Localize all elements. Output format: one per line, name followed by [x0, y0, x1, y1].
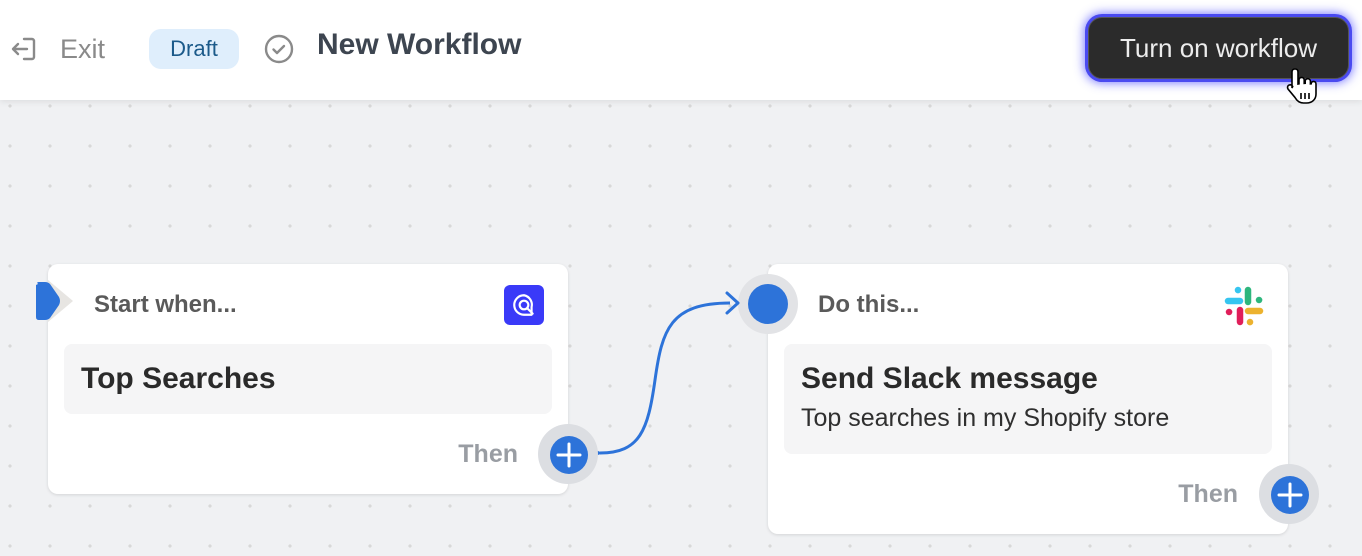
- exit-icon: [11, 37, 36, 61]
- status-badge: Draft: [149, 29, 239, 69]
- node-body[interactable]: Top Searches: [64, 344, 552, 414]
- plus-icon: [1277, 482, 1303, 508]
- trigger-node[interactable]: Start when... Top Searches Then: [48, 264, 568, 494]
- search-app-icon: [504, 285, 544, 325]
- plus-icon: [556, 442, 582, 468]
- exit-label: Exit: [60, 33, 106, 64]
- top-bar: Exit Draft New Workflow Turn on workflow: [0, 0, 1362, 100]
- node-title: Send Slack message: [801, 362, 1098, 395]
- then-label: Then: [458, 440, 518, 468]
- check-circle-icon: [264, 34, 294, 64]
- then-label: Then: [1178, 480, 1238, 508]
- add-step-button[interactable]: [538, 424, 598, 484]
- node-body[interactable]: Send Slack message Top searches in my Sh…: [784, 344, 1272, 454]
- exit-button[interactable]: Exit: [10, 30, 105, 68]
- action-node[interactable]: Do this... Send Slack message Top search…: [768, 264, 1288, 534]
- node-title: Top Searches: [81, 362, 276, 395]
- node-header-label: Start when...: [94, 291, 237, 318]
- trigger-entry-tab: [36, 280, 73, 322]
- workflow-title[interactable]: New Workflow: [317, 28, 521, 62]
- slack-icon: [1224, 286, 1264, 326]
- node-subtitle: Top searches in my Shopify store: [801, 404, 1170, 432]
- action-input-handle[interactable]: [738, 274, 798, 334]
- add-step-button[interactable]: [1259, 464, 1319, 524]
- node-header-label: Do this...: [818, 291, 920, 318]
- hand-cursor-icon: [1286, 68, 1317, 104]
